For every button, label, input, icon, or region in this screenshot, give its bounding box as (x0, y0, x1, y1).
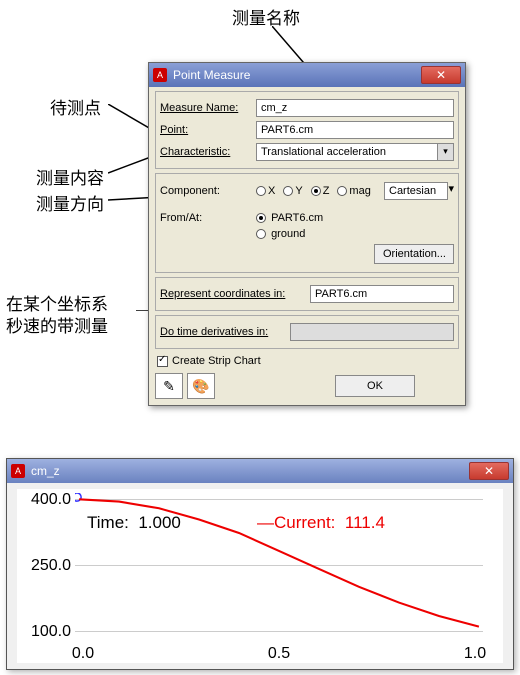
close-button[interactable]: ✕ (469, 462, 509, 480)
point-measure-dialog: A Point Measure ✕ Measure Name: cm_z Poi… (148, 62, 466, 406)
chevron-down-icon[interactable]: ▾ (438, 143, 454, 161)
y-tick-1: 250.0 (17, 557, 71, 575)
annotation-represent: 在某个坐标系 秒速的带测量 (6, 294, 108, 338)
chart-titlebar[interactable]: A cm_z ✕ (7, 459, 513, 483)
combo-coord-system[interactable]: Cartesian ▾ (384, 182, 454, 200)
close-button[interactable]: ✕ (421, 66, 461, 84)
radio-mag[interactable]: mag (337, 185, 370, 197)
dialog-titlebar[interactable]: A Point Measure ✕ (149, 63, 465, 87)
dialog-title: Point Measure (173, 68, 421, 82)
group-derivatives: Do time derivatives in: (155, 315, 459, 349)
radio-from-ground[interactable]: ground (256, 228, 454, 240)
group-represent: Represent coordinates in: PART6.cm (155, 277, 459, 311)
label-point: Point: (160, 124, 256, 136)
input-measure-name[interactable]: cm_z (256, 99, 454, 117)
chart-title: cm_z (31, 464, 469, 478)
label-component: Component: (160, 185, 256, 197)
annotation-component: 测量方向 (36, 190, 104, 215)
orientation-button[interactable]: Orientation... (374, 244, 454, 264)
checkbox-create-chart[interactable]: Create Strip Chart (157, 355, 457, 367)
app-icon: A (153, 68, 167, 82)
label-from-at: From/At: (160, 212, 256, 224)
ok-button[interactable]: OK (335, 375, 415, 397)
radio-x[interactable]: X (256, 185, 275, 197)
label-derivatives: Do time derivatives in: (160, 326, 290, 338)
combo-characteristic[interactable]: Translational acceleration ▾ (256, 143, 454, 161)
label-characteristic: Characteristic: (160, 146, 256, 158)
palette-icon-button[interactable]: 🎨 (187, 373, 215, 399)
edit-icon-button[interactable]: ✎ (155, 373, 183, 399)
input-derivatives[interactable] (290, 323, 454, 341)
x-tick-2: 1.0 (464, 645, 486, 663)
legend-time: Time: 1.000 (87, 513, 181, 533)
combo-characteristic-value: Translational acceleration (256, 143, 438, 161)
input-represent[interactable]: PART6.cm (310, 285, 454, 303)
radio-y[interactable]: Y (283, 185, 302, 197)
app-icon: A (11, 464, 25, 478)
y-tick-2: 100.0 (17, 623, 71, 641)
chevron-down-icon[interactable]: ▾ (448, 182, 454, 200)
group-component: Component: X Y Z mag Cartesian ▾ From/At… (155, 173, 459, 273)
strip-chart-window: A cm_z ✕ 400.0 250.0 100.0 0.0 0.5 1.0 T… (6, 458, 514, 670)
combo-coord-value: Cartesian (384, 182, 448, 200)
annotation-point: 待测点 (50, 94, 101, 119)
dialog-body: Measure Name: cm_z Point: PART6.cm Chara… (149, 87, 465, 405)
x-tick-0: 0.0 (72, 645, 94, 663)
plot-area: 400.0 250.0 100.0 0.0 0.5 1.0 Time: 1.00… (17, 489, 503, 663)
annotation-characteristic: 测量内容 (36, 164, 104, 189)
legend-current: —Current: 111.4 (257, 513, 385, 533)
input-point[interactable]: PART6.cm (256, 121, 454, 139)
group-basic: Measure Name: cm_z Point: PART6.cm Chara… (155, 91, 459, 169)
radio-z[interactable]: Z (311, 185, 330, 197)
label-represent: Represent coordinates in: (160, 288, 310, 300)
x-tick-1: 0.5 (268, 645, 290, 663)
y-tick-0: 400.0 (17, 491, 71, 509)
radio-from-part[interactable]: PART6.cm (256, 212, 454, 224)
palette-icon: 🎨 (192, 378, 209, 395)
pencil-icon: ✎ (163, 378, 175, 395)
label-measure-name: Measure Name: (160, 102, 256, 114)
